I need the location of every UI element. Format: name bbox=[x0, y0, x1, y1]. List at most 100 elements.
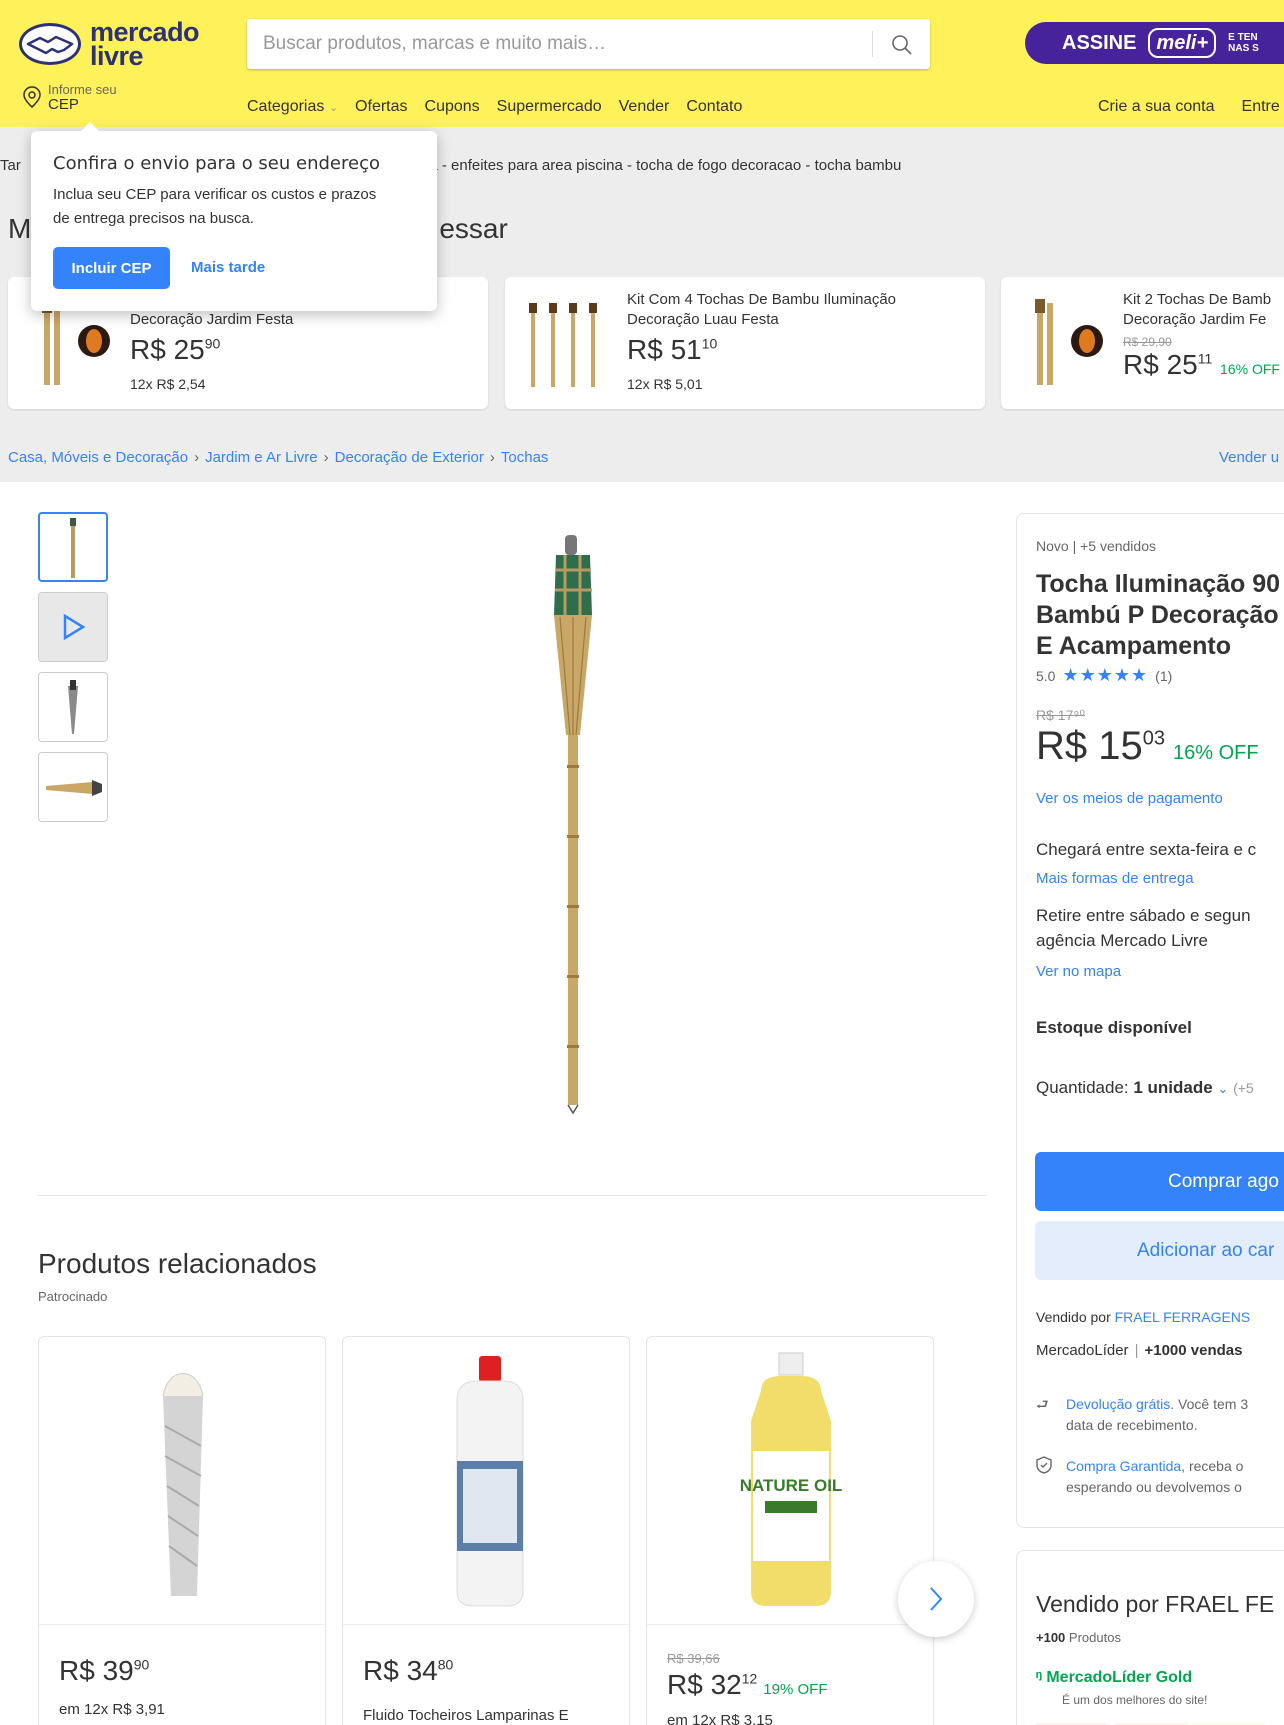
nav-contato[interactable]: Contato bbox=[686, 98, 742, 116]
seller-box-title[interactable]: Vendido por FRAEL FE bbox=[1036, 1591, 1274, 1618]
thumbnail-video[interactable] bbox=[38, 592, 108, 662]
guarantee-link[interactable]: Compra Garantida bbox=[1066, 1458, 1181, 1474]
payment-methods-link[interactable]: Ver os meios de pagamento bbox=[1036, 790, 1223, 807]
main-nav: Categorias ⌄ Ofertas Cupons Supermercado… bbox=[247, 98, 759, 116]
card-title-line2: Decoração Luau Festa bbox=[627, 311, 779, 328]
popup-title: Confira o envio para o seu endereço bbox=[53, 153, 380, 174]
card-old-price: R$ 29,90 bbox=[1123, 335, 1172, 349]
create-account-link[interactable]: Crie a sua conta bbox=[1098, 98, 1215, 115]
related-old-price: R$ 39,66 bbox=[667, 1651, 720, 1666]
breadcrumb-item[interactable]: Jardim e Ar Livre bbox=[205, 449, 318, 466]
login-link[interactable]: Entre bbox=[1242, 98, 1280, 115]
main-product-image[interactable] bbox=[520, 535, 650, 1115]
chevron-down-icon: ⌄ bbox=[1217, 1081, 1229, 1096]
card-discount: 16% OFF bbox=[1220, 361, 1280, 377]
nav-cupons[interactable]: Cupons bbox=[425, 98, 480, 116]
breadcrumb-item[interactable]: Decoração de Exterior bbox=[335, 449, 484, 466]
stock-status: Estoque disponível bbox=[1036, 1018, 1192, 1037]
tagline-left: Tar bbox=[0, 157, 21, 174]
thumbnail[interactable] bbox=[38, 752, 108, 822]
return-arrow-icon: ⮐ bbox=[1036, 1396, 1049, 1412]
more-delivery-options-link[interactable]: Mais formas de entrega bbox=[1036, 870, 1194, 887]
sold-by-label: Vendido por bbox=[1036, 1309, 1115, 1325]
seller-level: ᵑ MercadoLíder Gold bbox=[1036, 1669, 1192, 1687]
card-price: R$ 2511 16% OFF bbox=[1123, 349, 1280, 381]
seller-sales: +1000 vendas bbox=[1144, 1342, 1243, 1359]
recommend-card[interactable]: Kit 2 Tochas De Bamb Decoração Jardim Fe … bbox=[1001, 277, 1284, 409]
search-icon bbox=[892, 35, 912, 55]
seller-products-number: +100 bbox=[1036, 1630, 1066, 1645]
cep-location-selector[interactable]: Informe seu CEP bbox=[22, 83, 117, 117]
condition-sold-count: Novo | +5 vendidos bbox=[1036, 538, 1156, 554]
related-product-name: Fluido Tocheiros Lamparinas E bbox=[363, 1707, 569, 1724]
seller-reputation: MercadoLíder | +1000 vendas bbox=[1036, 1342, 1243, 1359]
recommend-title-left: M bbox=[8, 213, 32, 244]
related-product-card[interactable]: R$ 3480 Fluido Tocheiros Lamparinas E bbox=[342, 1336, 630, 1725]
delivery-estimate: Chegará entre sexta-feira e c bbox=[1036, 840, 1257, 859]
quantity-available: (+5 bbox=[1233, 1080, 1254, 1096]
quantity-label: Quantidade: bbox=[1036, 1078, 1134, 1097]
card-price-cents: 90 bbox=[204, 335, 221, 352]
price-cents: 03 bbox=[1142, 727, 1165, 750]
seller-level-subtitle: É um dos melhores do site! bbox=[1062, 1693, 1208, 1707]
price-int: R$ 15 bbox=[1036, 724, 1143, 768]
nav-categorias[interactable]: Categorias ⌄ bbox=[247, 98, 338, 116]
thumbnail[interactable] bbox=[38, 512, 108, 582]
nav-vender[interactable]: Vender bbox=[619, 98, 670, 116]
related-price-cents: 12 bbox=[741, 1670, 758, 1687]
rating[interactable]: 5.0 ★★★★★ (1) bbox=[1036, 665, 1172, 686]
search-button[interactable] bbox=[887, 30, 917, 60]
pickup-line2: agência Mercado Livre bbox=[1036, 931, 1208, 950]
return-text: . Você tem 3 bbox=[1170, 1396, 1249, 1412]
breadcrumb: Casa, Móveis e Decoração › Jardim e Ar Liv… bbox=[8, 449, 548, 466]
carousel-next-button[interactable] bbox=[898, 1561, 974, 1637]
card-installments: 12x R$ 5,01 bbox=[627, 376, 703, 392]
site-header: mercado livre ASSINE meli+ E TENNAS S In… bbox=[0, 0, 1284, 127]
card-price-int: R$ 51 bbox=[627, 334, 702, 365]
related-product-price: R$ 3480 bbox=[363, 1655, 453, 1687]
quantity-selector[interactable]: Quantidade: 1 unidade ⌄ (+5 bbox=[1036, 1075, 1254, 1101]
quantity-value: 1 unidade bbox=[1133, 1078, 1213, 1097]
view-map-link[interactable]: Ver no mapa bbox=[1036, 963, 1121, 980]
breadcrumb-item[interactable]: Tochas bbox=[501, 449, 549, 466]
shield-check-icon bbox=[1036, 1456, 1066, 1498]
sponsored-label: Patrocinado bbox=[38, 1289, 108, 1304]
handshake-logo-icon bbox=[19, 23, 81, 65]
recommend-card[interactable]: Kit Com 4 Tochas De Bambu Iluminação Deco… bbox=[505, 277, 985, 409]
product-title-line1: Tocha Iluminação 90 bbox=[1036, 570, 1281, 598]
related-price-int: R$ 39 bbox=[59, 1655, 134, 1686]
sell-similar-link[interactable]: Vender u bbox=[1219, 449, 1279, 466]
search-input[interactable] bbox=[247, 19, 867, 69]
pickup-estimate: Retire entre sábado e segun agência Merca… bbox=[1036, 903, 1251, 953]
related-product-card[interactable]: NATURE OIL R$ 39,66 R$ 3212 19% OFF em 12… bbox=[646, 1336, 934, 1725]
nav-categorias-label: Categorias bbox=[247, 98, 325, 115]
seller-level-label: MercadoLíder Gold bbox=[1046, 1669, 1193, 1686]
include-cep-button[interactable]: Incluir CEP bbox=[53, 247, 170, 289]
nav-supermercado[interactable]: Supermercado bbox=[497, 98, 602, 116]
nav-ofertas[interactable]: Ofertas bbox=[355, 98, 407, 116]
return-policy: ⮐ Devolução grátis. Você tem 3 data de re… bbox=[1036, 1394, 1248, 1436]
card-title-line2: Decoração Jardim Festa bbox=[130, 311, 294, 328]
discount-badge: 16% OFF bbox=[1173, 742, 1259, 764]
breadcrumb-item[interactable]: Casa, Móveis e Decoração bbox=[8, 449, 188, 466]
buy-now-button[interactable]: Comprar ago bbox=[1035, 1152, 1284, 1211]
related-products-title: Produtos relacionados bbox=[38, 1248, 317, 1279]
mercado-livre-logo[interactable]: mercado livre bbox=[18, 16, 200, 72]
seller-link[interactable]: FRAEL FERRAGENS bbox=[1115, 1309, 1251, 1325]
free-return-link[interactable]: Devolução grátis bbox=[1066, 1396, 1170, 1412]
add-to-cart-button[interactable]: Adicionar ao car bbox=[1035, 1221, 1284, 1280]
related-product-card[interactable]: R$ 3990 em 12x R$ 3,91 bbox=[38, 1336, 326, 1725]
related-discount: 19% OFF bbox=[763, 1681, 828, 1698]
guarantee-text: , receba o bbox=[1181, 1458, 1244, 1474]
card-price-int: R$ 25 bbox=[130, 334, 205, 365]
product-price: R$ 1503 16% OFF bbox=[1036, 724, 1259, 769]
promo-assine-text: ASSINE bbox=[1062, 31, 1137, 54]
card-price-int: R$ 25 bbox=[1123, 349, 1198, 380]
meli-plus-promo-banner[interactable]: ASSINE meli+ E TEN NAS S bbox=[1025, 22, 1284, 64]
later-button[interactable]: Mais tarde bbox=[191, 259, 265, 276]
related-installments: em 12x R$ 3,15 bbox=[667, 1712, 773, 1725]
related-product-price: R$ 3212 19% OFF bbox=[667, 1669, 827, 1701]
cep-value: CEP bbox=[48, 96, 79, 113]
guarantee-text2: esperando ou devolvemos o bbox=[1066, 1479, 1242, 1495]
thumbnail[interactable] bbox=[38, 672, 108, 742]
